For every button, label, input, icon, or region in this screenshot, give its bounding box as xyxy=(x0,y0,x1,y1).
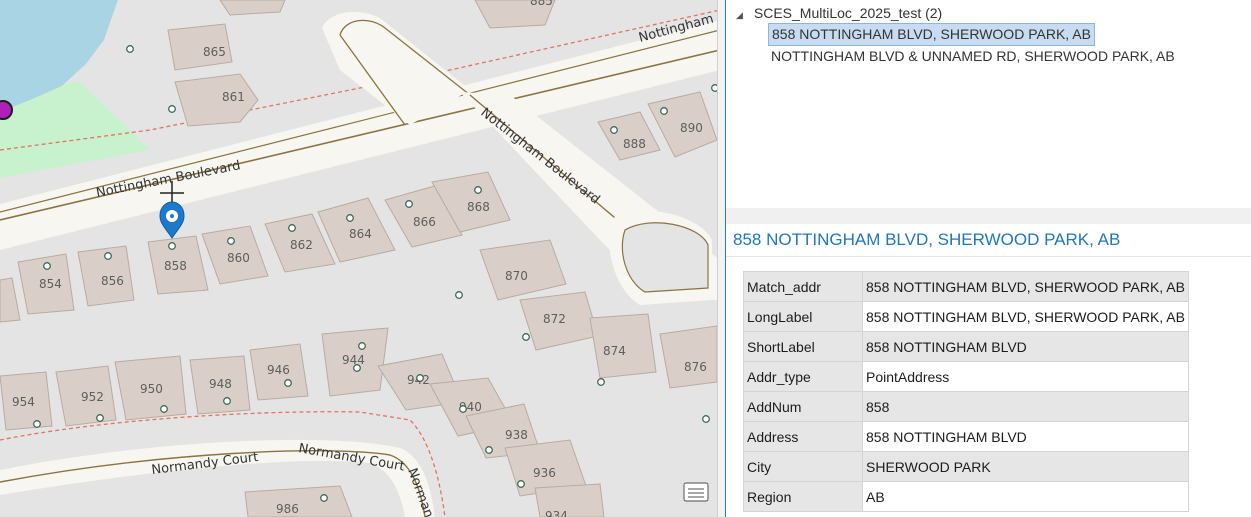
table-row: ShortLabel 858 NOTTINGHAM BLVD xyxy=(743,331,1189,362)
table-row: Region AB xyxy=(743,481,1189,512)
lot-label: 865 xyxy=(203,45,226,59)
lot-label: 954 xyxy=(12,395,35,409)
field-name: Address xyxy=(743,421,863,452)
lot-label: 872 xyxy=(543,312,566,326)
field-value: 858 xyxy=(862,391,1189,422)
tree-root-label: SCES_MultiLoc_2025_test (2) xyxy=(753,5,943,21)
field-name: Match_addr xyxy=(743,271,863,302)
results-tree: ◢ SCES_MultiLoc_2025_test (2) 858 NOTTIN… xyxy=(726,0,1251,208)
table-row: City SHERWOOD PARK xyxy=(743,451,1189,482)
lot-label: 861 xyxy=(222,90,245,104)
lot-label: 858 xyxy=(164,259,187,273)
lot-label: 888 xyxy=(623,137,646,151)
attribute-list-icon[interactable] xyxy=(683,481,709,503)
table-row: Match_addr 858 NOTTINGHAM BLVD, SHERWOOD … xyxy=(743,271,1189,302)
tree-item-nottingham-unnamed[interactable]: NOTTINGHAM BLVD & UNNAMED RD, SHERWOOD P… xyxy=(768,46,1178,67)
field-name: ShortLabel xyxy=(743,331,863,362)
field-value: AB xyxy=(862,481,1189,512)
field-value: PointAddress xyxy=(862,361,1189,392)
lot-label: 876 xyxy=(684,360,707,374)
tree-item-858-nottingham[interactable]: 858 NOTTINGHAM BLVD, SHERWOOD PARK, AB xyxy=(768,23,1095,46)
lot-label: 856 xyxy=(101,274,124,288)
popup-title: 858 NOTTINGHAM BLVD, SHERWOOD PARK, AB xyxy=(733,230,1121,249)
lot-label: 950 xyxy=(140,382,163,396)
culdesac-island xyxy=(621,222,709,293)
map-canvas[interactable]: 865 861 888 890 866 868 864 862 860 858 … xyxy=(0,0,717,517)
table-row: Address 858 NOTTINGHAM BLVD xyxy=(743,421,1189,452)
field-value: 858 NOTTINGHAM BLVD, SHERWOOD PARK, AB xyxy=(862,301,1189,332)
field-name: City xyxy=(743,451,863,482)
lot-label: 946 xyxy=(267,363,290,377)
field-name: Addr_type xyxy=(743,361,863,392)
lot-label: 860 xyxy=(227,251,250,265)
lot-label: 986 xyxy=(276,502,299,516)
panel-separator[interactable] xyxy=(726,208,1251,224)
lot-label: 874 xyxy=(603,344,626,358)
lot-label: 936 xyxy=(533,466,556,480)
table-row: AddNum 858 xyxy=(743,391,1189,422)
field-value: 858 NOTTINGHAM BLVD, SHERWOOD PARK, AB xyxy=(862,271,1189,302)
field-value: 858 NOTTINGHAM BLVD xyxy=(862,421,1189,452)
lot-label: 948 xyxy=(209,377,232,391)
lot-label: 870 xyxy=(505,269,528,283)
lot-label: 866 xyxy=(413,215,436,229)
lot-label: 952 xyxy=(81,390,104,404)
collapse-triangle-icon[interactable]: ◢ xyxy=(736,6,750,24)
lot-label: 862 xyxy=(290,238,313,252)
lot-label: 854 xyxy=(39,277,62,291)
results-panel: ◢ SCES_MultiLoc_2025_test (2) 858 NOTTIN… xyxy=(725,0,1251,517)
attribute-table: Match_addr 858 NOTTINGHAM BLVD, SHERWOOD … xyxy=(743,271,1189,512)
tree-root[interactable]: ◢ SCES_MultiLoc_2025_test (2) xyxy=(736,4,942,22)
field-name: AddNum xyxy=(743,391,863,422)
table-row: LongLabel 858 NOTTINGHAM BLVD, SHERWOOD P… xyxy=(743,301,1189,332)
table-row: Addr_type PointAddress xyxy=(743,361,1189,392)
field-value: 858 NOTTINGHAM BLVD xyxy=(862,331,1189,362)
lot-label: 938 xyxy=(505,428,528,442)
tree-item-label: NOTTINGHAM BLVD & UNNAMED RD, SHERWOOD P… xyxy=(771,48,1175,64)
lot-label: 868 xyxy=(467,200,490,214)
selected-feature-point[interactable] xyxy=(0,100,13,120)
tree-item-label: 858 NOTTINGHAM BLVD, SHERWOOD PARK, AB xyxy=(772,26,1091,42)
lot-label: 890 xyxy=(680,121,703,135)
field-value: SHERWOOD PARK xyxy=(862,451,1189,482)
title-divider xyxy=(726,256,1251,257)
map-view[interactable]: 865 861 888 890 866 868 864 862 860 858 … xyxy=(0,0,717,517)
field-name: Region xyxy=(743,481,863,512)
field-name: LongLabel xyxy=(743,301,863,332)
lot-label: 934 xyxy=(545,509,568,517)
lot-label: 885 xyxy=(530,0,553,8)
lot-label: 944 xyxy=(342,353,365,367)
lot-label: 864 xyxy=(349,227,372,241)
